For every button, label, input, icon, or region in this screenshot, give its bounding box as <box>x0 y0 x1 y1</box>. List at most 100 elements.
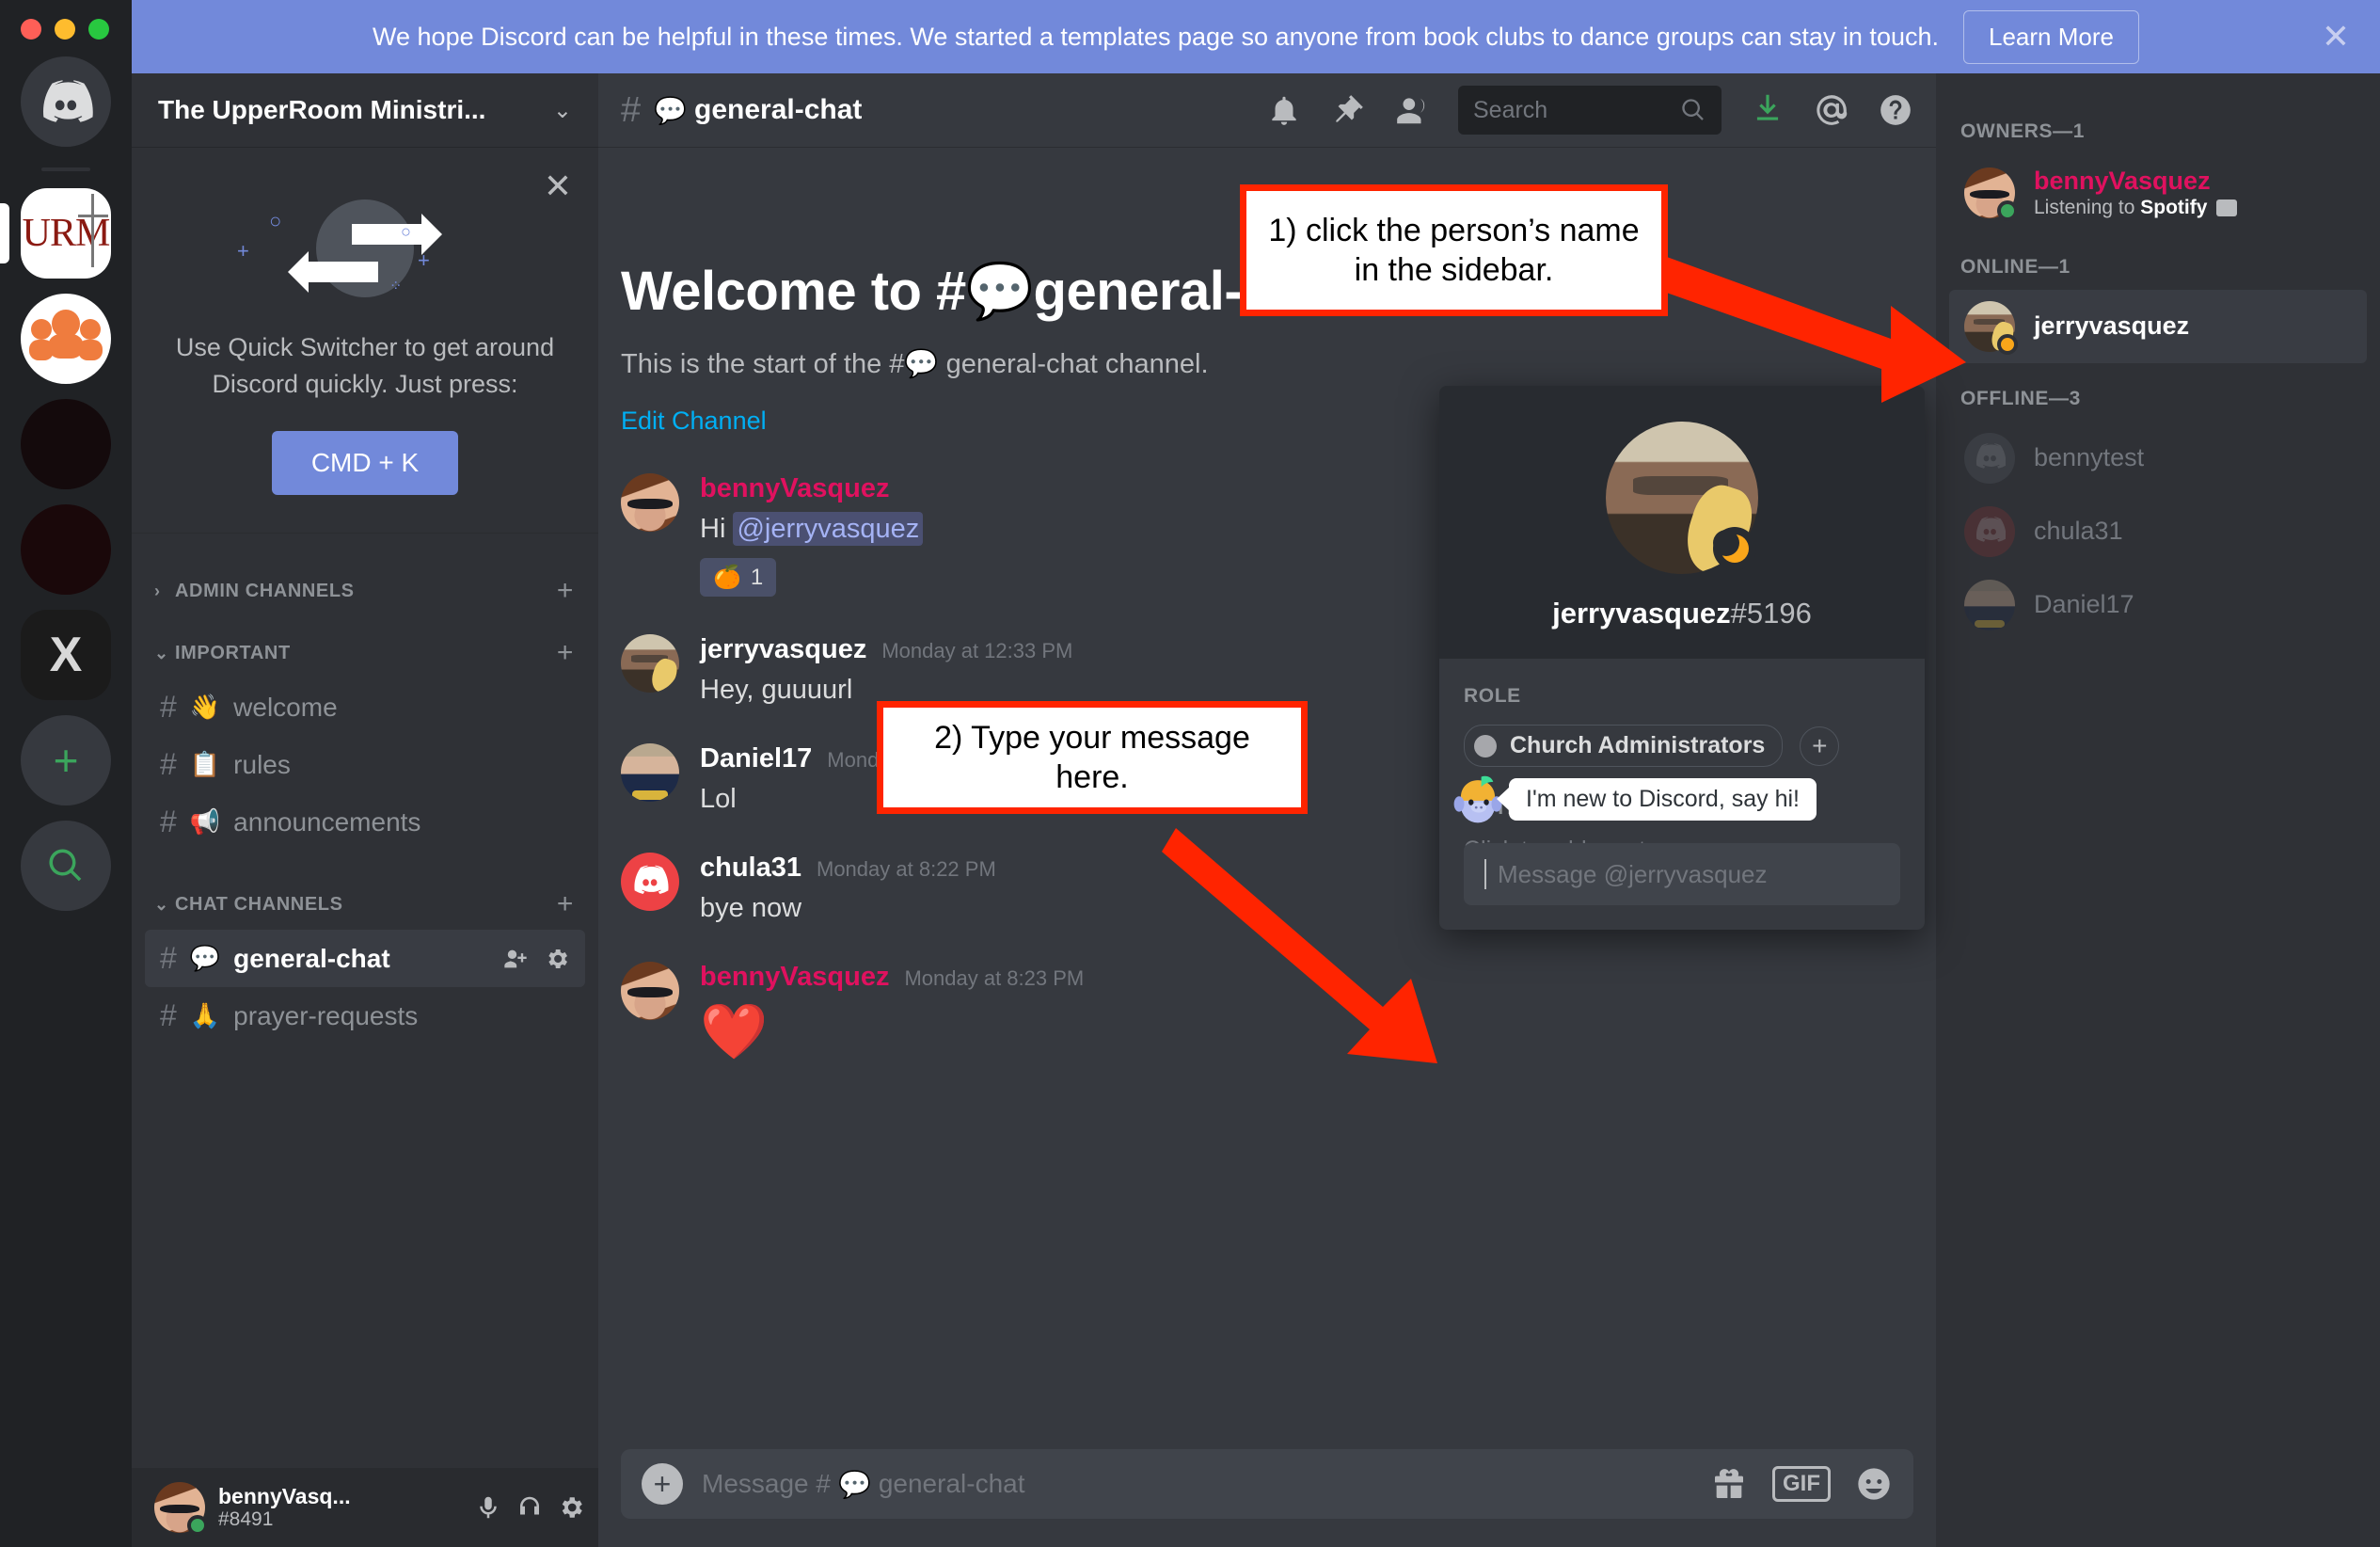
channel-header: # 💬 general-chat Search <box>598 73 1936 147</box>
avatar[interactable] <box>621 853 679 911</box>
avatar[interactable] <box>621 473 679 532</box>
minimize-window-button[interactable] <box>55 19 75 40</box>
channel-welcome[interactable]: # 👋 welcome <box>145 678 585 736</box>
inbox-download-icon[interactable] <box>1750 90 1785 131</box>
member-group-title: OWNERS—1 <box>1960 120 2085 142</box>
explore-servers-button[interactable] <box>21 821 111 911</box>
discord-app-window: URM X + We hope Discord can be helpful i… <box>0 0 2380 1547</box>
emoji-picker-icon[interactable] <box>1855 1465 1893 1503</box>
channel-sidebar: The UpperRoom Ministri... ⌄ ✕ ○ + ○ + ⁘ Use… <box>132 73 598 1547</box>
window-controls[interactable] <box>21 19 109 40</box>
chevron-down-icon: ⌄ <box>154 894 169 914</box>
profile-message-composer[interactable]: Message @jerryvasquez <box>1439 843 1925 930</box>
member-row-daniel17[interactable]: Daniel17 <box>1949 568 2367 642</box>
member-row-bennyvasquez[interactable]: bennyVasquez Listening to Spotify <box>1949 154 2367 231</box>
member-name: bennytest <box>2034 443 2145 472</box>
message-composer[interactable]: + Message # 💬 general-chat GIF <box>621 1449 1913 1519</box>
search-input[interactable]: Search <box>1458 86 1722 135</box>
category-chat-channels[interactable]: ⌄ CHAT CHANNELS + <box>132 851 598 930</box>
server-icon-x[interactable]: X <box>21 610 111 700</box>
search-placeholder: Search <box>1473 96 1548 123</box>
profile-message-input[interactable]: Message @jerryvasquez <box>1464 843 1900 905</box>
cmd-k-button[interactable]: CMD + K <box>271 431 459 496</box>
server-header[interactable]: The UpperRoom Ministri... ⌄ <box>132 73 598 147</box>
chevron-down-icon[interactable]: ⌄ <box>553 97 572 124</box>
status-badge <box>1997 199 2018 221</box>
avatar[interactable] <box>621 743 679 802</box>
member-group-title: OFFLINE—3 <box>1960 387 2081 409</box>
banner-text: We hope Discord can be helpful in these … <box>373 22 1939 51</box>
channel-prayer-requests[interactable]: # 🙏 prayer-requests <box>145 987 585 1045</box>
composer-suffix: general-chat <box>878 1469 1025 1498</box>
invite-people-icon[interactable] <box>502 946 529 972</box>
channel-label: announcements <box>233 806 421 837</box>
welcome-prefix: Welcome to # <box>621 261 966 322</box>
message-author[interactable]: bennyVasquez <box>700 473 889 504</box>
annotation-callout-2: 2) Type your message here. <box>877 701 1308 814</box>
server-icon-urm[interactable]: URM <box>21 188 111 279</box>
channel-emoji: 💬 <box>654 95 688 125</box>
notification-bell-icon[interactable] <box>1266 92 1302 128</box>
server-icon-dark-2[interactable] <box>21 504 111 595</box>
member-list-icon[interactable] <box>1394 92 1430 128</box>
member-name: chula31 <box>2034 517 2123 546</box>
help-question-icon[interactable] <box>1878 92 1913 128</box>
role-chip[interactable]: Church Administrators <box>1464 725 1784 767</box>
message-text-prefix: Hi <box>700 514 734 544</box>
server-icon-dark-1[interactable] <box>21 399 111 489</box>
message-author[interactable]: jerryvasquez <box>700 634 866 665</box>
wumpus-tip-text: I'm new to Discord, say hi! <box>1509 777 1817 821</box>
pinned-messages-icon[interactable] <box>1330 92 1366 128</box>
gift-icon[interactable] <box>1710 1465 1748 1503</box>
hash-icon: # <box>160 747 177 782</box>
add-channel-icon[interactable]: + <box>557 575 574 607</box>
edit-channel-link[interactable]: Edit Channel <box>621 407 767 436</box>
search-icon <box>49 849 82 882</box>
close-window-button[interactable] <box>21 19 41 40</box>
category-label: ADMIN CHANNELS <box>175 580 355 601</box>
mentions-at-icon[interactable] <box>1814 92 1849 128</box>
close-banner-icon[interactable]: ✕ <box>2322 20 2350 54</box>
headphones-icon[interactable] <box>516 1493 544 1522</box>
member-row-bennytest[interactable]: bennytest <box>1949 422 2367 495</box>
status-badge <box>1713 527 1756 570</box>
current-user-panel[interactable]: bennyVasq... #8491 <box>132 1468 598 1547</box>
composer-placeholder: Message # 💬 general-chat <box>702 1469 1691 1500</box>
member-name: bennyVasquez <box>2034 167 2211 195</box>
gif-picker-button[interactable]: GIF <box>1772 1466 1831 1502</box>
channel-announcements[interactable]: # 📢 announcements <box>145 793 585 851</box>
message-author[interactable]: Daniel17 <box>700 743 812 774</box>
category-admin-channels[interactable]: › ADMIN CHANNELS + <box>132 554 598 616</box>
add-channel-icon[interactable]: + <box>557 888 574 920</box>
mention-chip[interactable]: @jerryvasquez <box>733 512 924 546</box>
message-timestamp: Monday at 8:22 PM <box>817 857 996 881</box>
microphone-icon[interactable] <box>474 1493 502 1522</box>
server-home-button[interactable] <box>21 56 111 147</box>
channel-rules[interactable]: # 📋 rules <box>145 736 585 793</box>
member-row-jerryvasquez[interactable]: jerryvasquez <box>1949 289 2367 363</box>
wumpus-tip: I'm new to Discord, say hi! <box>1451 772 1817 826</box>
learn-more-button[interactable]: Learn More <box>1963 9 2139 64</box>
avatar[interactable] <box>154 1482 208 1536</box>
channel-general-chat[interactable]: # 💬 general-chat <box>145 930 585 988</box>
activity-app: Spotify <box>2140 197 2208 219</box>
category-important[interactable]: ⌄ IMPORTANT + <box>132 616 598 678</box>
add-server-button[interactable]: + <box>21 715 111 805</box>
server-icon-cp[interactable] <box>21 294 111 384</box>
message-author[interactable]: bennyVasquez <box>700 962 889 993</box>
composer-prefix: Message # <box>702 1469 831 1498</box>
channel-settings-gear-icon[interactable] <box>544 946 570 972</box>
category-label: IMPORTANT <box>175 642 291 663</box>
message-author[interactable]: chula31 <box>700 853 801 884</box>
avatar[interactable] <box>621 962 679 1020</box>
role-section-label: ROLE <box>1464 685 1521 707</box>
add-channel-icon[interactable]: + <box>557 637 574 669</box>
reaction-chip[interactable]: 🍊 1 <box>700 558 777 597</box>
member-row-chula31[interactable]: chula31 <box>1949 495 2367 568</box>
avatar[interactable] <box>621 634 679 693</box>
user-settings-gear-icon[interactable] <box>557 1493 585 1522</box>
add-role-button[interactable]: + <box>1800 726 1840 766</box>
maximize-window-button[interactable] <box>88 19 109 40</box>
add-attachment-button[interactable]: + <box>642 1463 683 1505</box>
quick-switcher-illustration: ○ + ○ + ⁘ <box>164 192 566 316</box>
